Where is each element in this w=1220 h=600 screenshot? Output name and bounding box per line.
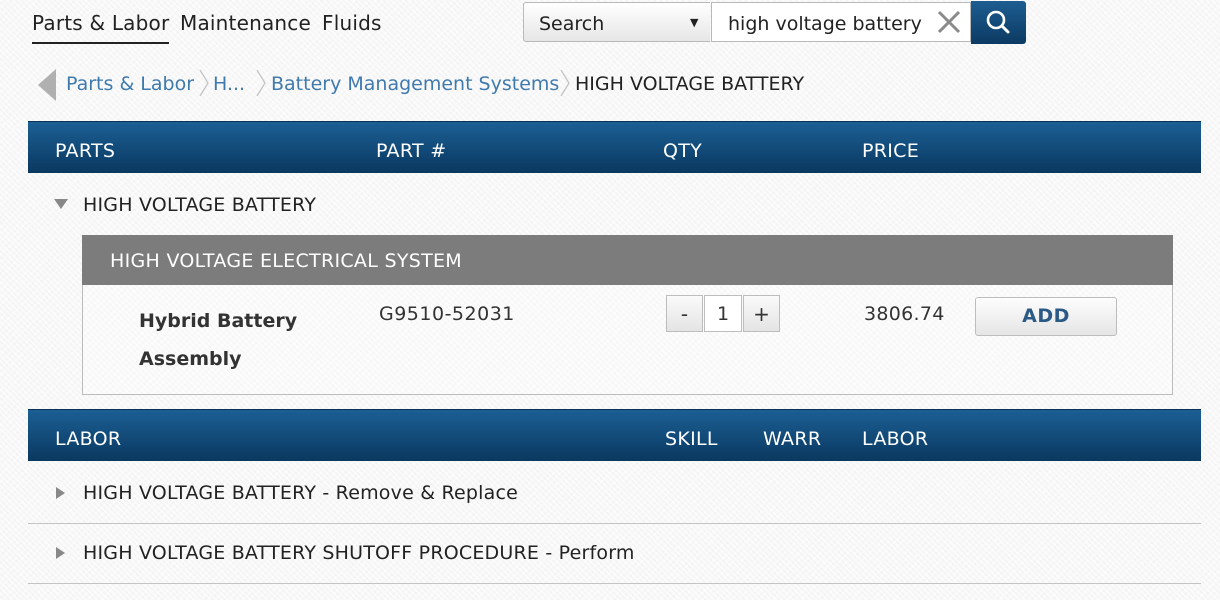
tab-parts-labor[interactable]: Parts & Labor — [32, 11, 170, 44]
breadcrumb-battery-management[interactable]: Battery Management Systems — [271, 73, 559, 95]
chevron-down-icon: ▼ — [690, 16, 699, 29]
labor-table-header: LABOR SKILL WARR LABOR — [28, 409, 1201, 461]
close-icon[interactable] — [932, 5, 966, 39]
tab-fluids[interactable]: Fluids — [322, 11, 382, 35]
col-skill: SKILL — [665, 428, 718, 450]
labor-row-title[interactable]: HIGH VOLTAGE BATTERY SHUTOFF PROCEDURE -… — [83, 542, 635, 564]
col-labor: LABOR — [55, 428, 122, 450]
part-price: 3806.74 — [864, 303, 945, 325]
col-parts: PARTS — [55, 140, 116, 162]
breadcrumb-parts-labor[interactable]: Parts & Labor — [66, 73, 194, 95]
qty-increment-button[interactable]: + — [743, 295, 780, 332]
breadcrumb-separator-icon — [560, 69, 570, 97]
search-scope-value: Search — [539, 13, 605, 35]
parts-table-header: PARTS PART # QTY PRICE — [28, 121, 1201, 173]
labor-row-title[interactable]: HIGH VOLTAGE BATTERY - Remove & Replace — [83, 482, 518, 504]
add-button[interactable]: ADD — [975, 297, 1117, 336]
part-name: Hybrid Battery Assembly — [139, 310, 298, 370]
part-number: G9510-52031 — [379, 303, 515, 325]
expand-triangle-icon[interactable] — [56, 487, 65, 499]
col-part-number: PART # — [376, 140, 447, 162]
breadcrumb-separator-icon — [199, 69, 209, 97]
qty-input[interactable]: 1 — [704, 295, 742, 332]
breadcrumb-h[interactable]: H... — [213, 73, 245, 95]
tab-maintenance[interactable]: Maintenance — [180, 11, 311, 35]
search-scope-select[interactable]: Search ▼ — [523, 2, 710, 42]
back-arrow-icon[interactable] — [38, 69, 58, 101]
subgroup-title: HIGH VOLTAGE ELECTRICAL SYSTEM — [110, 250, 462, 272]
subgroup-header: HIGH VOLTAGE ELECTRICAL SYSTEM — [82, 235, 1173, 285]
breadcrumb-current: HIGH VOLTAGE BATTERY — [575, 73, 805, 95]
col-qty: QTY — [663, 140, 703, 162]
search-button[interactable] — [971, 1, 1026, 44]
expand-triangle-icon[interactable] — [56, 547, 65, 559]
col-price: PRICE — [862, 140, 920, 162]
col-labor-hours: LABOR — [862, 428, 929, 450]
group-title[interactable]: HIGH VOLTAGE BATTERY — [83, 194, 316, 216]
search-icon — [986, 10, 1010, 34]
collapse-triangle-icon[interactable] — [54, 199, 68, 209]
breadcrumb-separator-icon — [256, 69, 266, 97]
row-divider — [28, 583, 1201, 584]
row-divider — [28, 523, 1201, 524]
qty-decrement-button[interactable]: - — [666, 295, 703, 332]
col-warr: WARR — [763, 428, 822, 450]
